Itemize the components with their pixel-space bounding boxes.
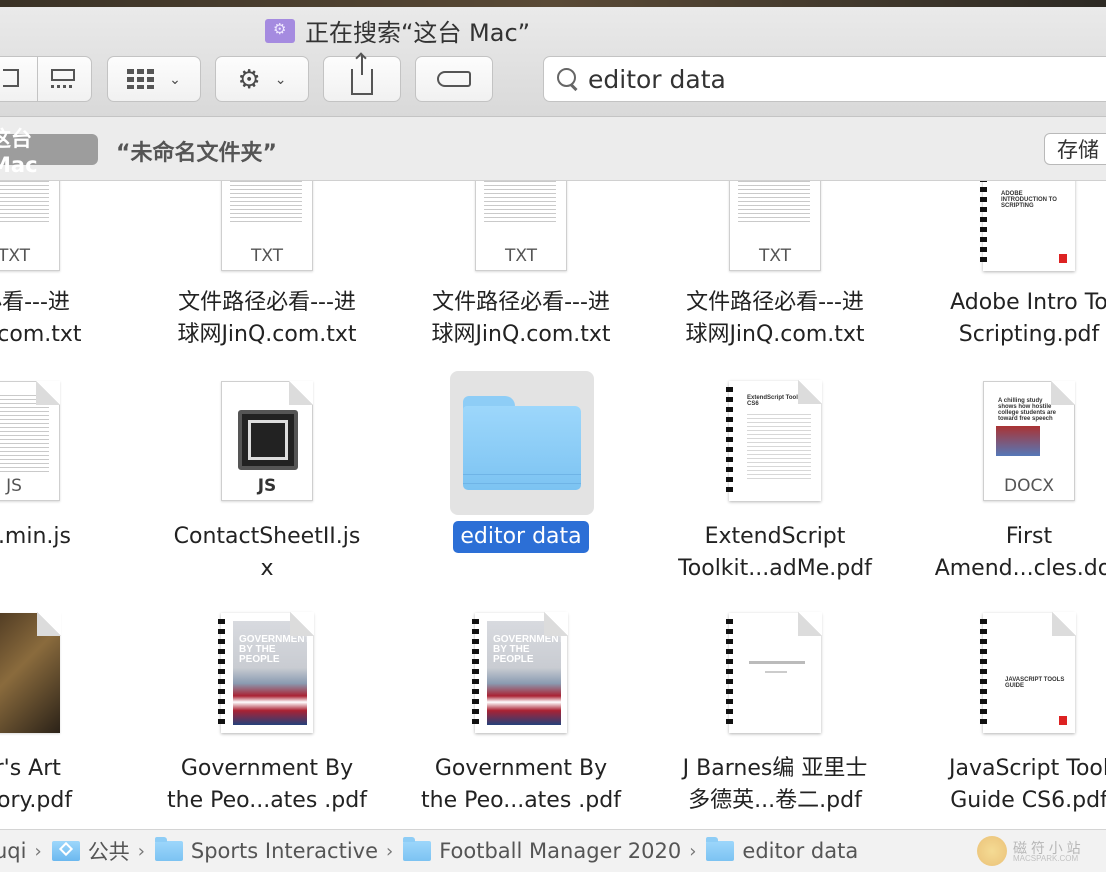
pdf-cover-icon (0, 612, 61, 733)
txt-file-icon: TXT (221, 181, 313, 271)
share-button[interactable] (323, 52, 401, 102)
chevron-down-icon: ⌄ (169, 70, 181, 87)
file-name: ExtendScript (704, 524, 846, 549)
group-by-button[interactable]: ⌄ (107, 56, 201, 102)
file-name-line2: the Peo...ates .pdf (421, 788, 621, 813)
watermark: 磁 符 小 站 MACSPARK.COM (975, 832, 1106, 870)
adobe-logo-icon (1059, 716, 1067, 725)
selected-folder-name[interactable]: editor data (453, 521, 589, 553)
txt-file-icon: TXT (729, 181, 821, 271)
docx-file-icon: A chilling study shows how hostile colle… (983, 381, 1075, 501)
file-name: 经必看---进 (0, 290, 70, 315)
folder-icon (403, 837, 432, 861)
file-name-line2: 球网JinQ.com.txt (177, 322, 357, 347)
file-name: 文件路径必看---进 (178, 290, 356, 315)
file-name: Adobe Intro To (950, 290, 1106, 315)
gear-icon: ⚙ (237, 63, 261, 94)
columns-view-icon[interactable] (3, 69, 19, 87)
path-crumb-sports-interactive[interactable]: Sports Interactive (154, 837, 378, 863)
window-title: 正在搜索“这台 Mac” (265, 13, 530, 48)
file-name-line2: JinQ.com.txt (0, 322, 82, 347)
txt-file-icon: TXT (475, 181, 567, 271)
path-crumb-user[interactable]: uqi (0, 839, 26, 863)
tag-icon (437, 71, 471, 87)
file-name-line2: Scripting.pdf (958, 322, 1100, 347)
path-bar: uqi › 公共 › Sports Interactive › Football… (0, 829, 1106, 872)
chevron-down-icon: ⌄ (274, 70, 287, 87)
path-crumb-public[interactable]: 公共 (51, 836, 130, 866)
folder-icon[interactable] (463, 396, 581, 490)
shared-folder-icon (51, 841, 80, 861)
chevron-right-icon: › (386, 840, 394, 862)
pdf-file-icon: ADOBE INTRODUCTION TO SCRIPTING (980, 181, 1075, 271)
file-name: one.min.js (0, 524, 71, 549)
window-title-text: 正在搜索“这台 Mac” (305, 19, 531, 47)
pdf-file-icon (726, 612, 822, 733)
chevron-right-icon: › (137, 840, 145, 862)
scope-folder[interactable]: “未命名文件夹” (116, 135, 277, 167)
gallery-view-icon[interactable] (51, 69, 75, 81)
file-name: Government By (180, 756, 354, 781)
search-icon (544, 56, 588, 102)
save-search-button[interactable]: 存储 (1044, 133, 1106, 165)
file-name-line2: Amend...cles.doc (934, 556, 1106, 581)
view-mode-segmented[interactable] (0, 56, 92, 102)
search-field[interactable] (543, 56, 1106, 102)
pdf-cover-icon: GOVERNMENT BY THE PEOPLE (218, 612, 314, 733)
share-icon (351, 52, 373, 95)
chevron-right-icon: › (689, 840, 697, 862)
group-by-icon (127, 69, 156, 89)
search-input[interactable] (588, 64, 1088, 94)
file-name-line2: 球网JinQ.com.txt (685, 322, 865, 347)
pdf-cover-icon: GOVERNMENT BY THE PEOPLE (472, 612, 568, 733)
file-name-line2: ...story.pdf (0, 788, 73, 813)
folder-icon (706, 837, 735, 861)
path-crumb-editor-data[interactable]: editor data (706, 837, 858, 863)
file-name: J Barnes编 亚里士 (682, 756, 868, 781)
file-name-line2: 多德英...卷二.pdf (688, 788, 862, 813)
chevron-right-icon: › (34, 840, 42, 862)
action-button[interactable]: ⚙ ⌄ (215, 56, 309, 102)
tag-button[interactable] (415, 56, 493, 102)
file-name: JavaScript Tool (948, 756, 1106, 781)
scope-this-mac[interactable]: 这台 Mac (0, 127, 98, 177)
script-icon (238, 410, 298, 470)
pdf-file-icon: ExtendScript Toolkit CS6 (726, 380, 822, 501)
file-name-line2: 球网JinQ.com.txt (431, 322, 611, 347)
adobe-logo-icon (1059, 254, 1067, 263)
sun-logo-icon (977, 836, 1007, 866)
file-name: First (1005, 524, 1053, 549)
results-grid: TXT 经必看---进 JinQ.com.txt TXT 文件路径必看---进 … (0, 181, 1106, 829)
file-name-line2: x (260, 556, 274, 581)
file-name: ner's Art (0, 756, 61, 781)
desktop-strip (0, 0, 1106, 7)
smart-folder-icon (265, 18, 295, 43)
file-name-line2: Guide CS6.pdf (950, 788, 1106, 813)
txt-file-icon: TXT (0, 181, 60, 271)
js-file-icon: JS (0, 381, 60, 501)
file-name: 文件路径必看---进 (432, 290, 610, 315)
pdf-file-icon: JAVASCRIPT TOOLS GUIDE (980, 612, 1076, 733)
search-scope-bar: 这台 Mac “未命名文件夹” (0, 117, 1106, 181)
file-name: 文件路径必看---进 (686, 290, 864, 315)
file-name: ContactSheetII.js (173, 524, 361, 549)
path-crumb-football-manager[interactable]: Football Manager 2020 (403, 837, 681, 863)
file-name-line2: the Peo...ates .pdf (167, 788, 367, 813)
file-name-line2: Toolkit...adMe.pdf (678, 556, 872, 581)
folder-icon (154, 837, 183, 861)
jsx-file-icon: JS (221, 381, 313, 501)
toolbar-region: 正在搜索“这台 Mac” ⌄ ⚙ ⌄ (0, 0, 1106, 117)
file-name: Government By (434, 756, 608, 781)
